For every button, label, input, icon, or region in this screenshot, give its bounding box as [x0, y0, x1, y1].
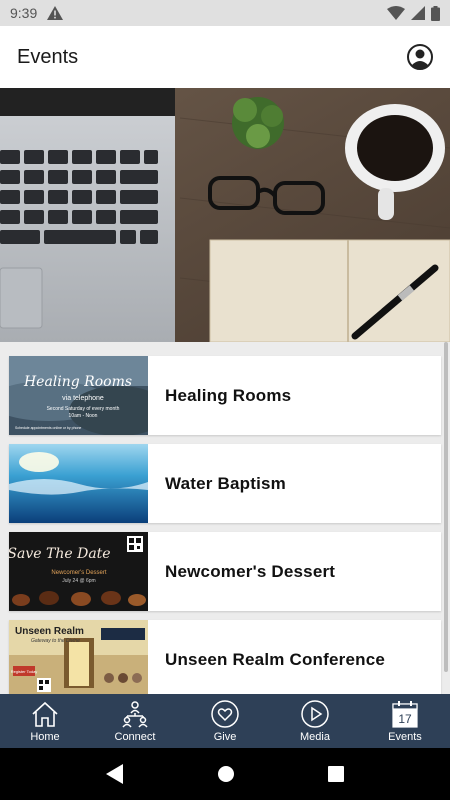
thumb-line1: Second Saturday of every month [47, 406, 120, 412]
recents-icon[interactable] [327, 766, 344, 782]
event-title: Water Baptism [165, 473, 286, 493]
thumb-subtitle: Gateway to the Divine [31, 638, 80, 644]
signal-icon [411, 6, 425, 20]
nav-label: Media [300, 731, 330, 743]
hero-image [0, 88, 450, 342]
thumb-note: Schedule appointments online or by phone [15, 426, 81, 430]
event-list: Healing Rooms via telephone Second Satur… [0, 342, 450, 694]
system-nav-bar [0, 748, 450, 800]
event-card-healing-rooms[interactable]: Healing Rooms via telephone Second Satur… [9, 356, 441, 435]
thumb-title: Unseen Realm [15, 626, 84, 637]
thumb-title: Save The Date [9, 546, 111, 562]
nav-label: Events [388, 731, 422, 743]
calendar-day: 17 [398, 712, 412, 726]
event-title: Unseen Realm Conference [165, 649, 386, 669]
page-title: Events [17, 45, 79, 68]
scrollbar[interactable] [444, 342, 448, 672]
event-thumbnail: Healing Rooms via telephone Second Satur… [9, 356, 148, 435]
warning-icon [47, 6, 64, 20]
event-card-unseen-realm-conference[interactable]: Unseen Realm Gateway to the Divine Regis… [9, 620, 441, 694]
home-circle-icon[interactable] [217, 765, 235, 783]
event-title: Healing Rooms [165, 385, 292, 405]
nav-home[interactable]: Home [0, 694, 90, 748]
nav-media[interactable]: Media [270, 694, 360, 748]
thumb-subtitle: via telephone [62, 395, 104, 402]
nav-connect[interactable]: Connect [90, 694, 180, 748]
thumb-line2: 10am - Noon [69, 413, 98, 419]
app-bar: Events [0, 26, 450, 88]
status-bar: 9:39 [0, 0, 450, 26]
nav-label: Connect [114, 731, 156, 743]
bottom-nav: Home Connect Give Media 17 Events [0, 694, 450, 748]
thumb-line1: July 24 @ 6pm [62, 578, 95, 584]
thumb-note: Register Today [11, 669, 38, 674]
profile-icon[interactable] [407, 44, 433, 70]
home-icon [32, 701, 58, 727]
thumb-title: Healing Rooms [23, 374, 132, 390]
nav-events[interactable]: 17 Events [360, 694, 450, 748]
event-card-newcomers-dessert[interactable]: Save The Date Newcomer's Dessert July 24… [9, 532, 441, 611]
media-play-icon [301, 700, 329, 728]
status-time: 9:39 [10, 5, 38, 21]
nav-give[interactable]: Give [180, 694, 270, 748]
back-icon[interactable] [106, 764, 124, 784]
nav-label: Give [213, 731, 237, 743]
connect-icon [122, 701, 148, 728]
calendar-icon: 17 [392, 701, 418, 728]
thumb-subtitle: Newcomer's Dessert [51, 570, 106, 576]
wifi-icon [387, 6, 405, 20]
battery-icon [431, 5, 440, 21]
event-thumbnail: Save The Date Newcomer's Dessert July 24… [9, 532, 148, 611]
event-card-water-baptism[interactable]: Water Baptism [9, 444, 441, 523]
nav-label: Home [30, 731, 60, 743]
event-title: Newcomer's Dessert [165, 561, 336, 581]
event-thumbnail [9, 444, 148, 523]
give-heart-icon [211, 700, 239, 728]
event-thumbnail: Unseen Realm Gateway to the Divine Regis… [9, 620, 148, 694]
